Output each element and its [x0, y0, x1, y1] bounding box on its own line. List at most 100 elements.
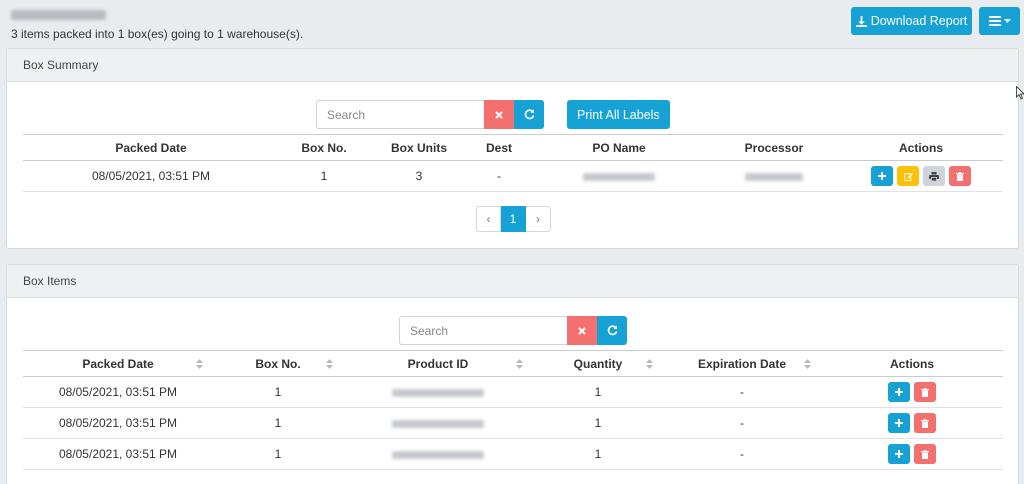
col-packed-date[interactable]: Packed Date [23, 350, 213, 377]
download-report-label: Download Report [870, 14, 968, 28]
box-summary-panel: Box Summary Print All Labels Packed Date… [6, 48, 1019, 249]
box-items-clear-search-button[interactable] [567, 316, 597, 345]
packed-date-cell: 08/05/2021, 03:51 PM [23, 407, 213, 439]
dest-cell: - [469, 160, 529, 192]
box-summary-table: Packed Date Box No. Box Units Dest PO Na… [23, 134, 1003, 192]
actions-cell [821, 407, 1003, 439]
packed-date-cell: 08/05/2021, 03:51 PM [23, 160, 279, 192]
redacted-product-id [392, 419, 484, 428]
delete-button[interactable] [914, 444, 936, 464]
download-report-button[interactable]: Download Report [851, 7, 972, 35]
box-no-cell: 1 [279, 160, 369, 192]
col-packed-date-label: Packed Date [82, 356, 154, 371]
box-units-cell: 3 [369, 160, 469, 192]
refresh-icon [524, 109, 534, 120]
sort-icon [516, 359, 523, 369]
delete-button[interactable] [914, 382, 936, 402]
box-summary-clear-search-button[interactable] [484, 100, 514, 129]
col-processor[interactable]: Processor [709, 134, 839, 161]
quantity-cell: 1 [533, 376, 663, 408]
actions-cell [821, 438, 1003, 470]
pagination-next[interactable]: › [526, 206, 551, 232]
box-no-cell: 1 [213, 407, 343, 439]
add-button[interactable] [888, 413, 910, 433]
redacted-product-id [392, 450, 484, 459]
close-icon [578, 326, 586, 335]
col-actions: Actions [839, 134, 1003, 161]
menu-icon [988, 16, 1001, 26]
expiration-cell: - [663, 376, 821, 408]
col-actions: Actions [821, 350, 1003, 377]
actions-cell [821, 376, 1003, 408]
row-actions [888, 413, 936, 433]
col-dest[interactable]: Dest [469, 134, 529, 161]
actions-cell [839, 160, 1003, 192]
table-row: 08/05/2021, 03:51 PM 1 1 - [23, 407, 1003, 439]
edit-button[interactable] [897, 166, 919, 186]
col-box-no[interactable]: Box No. [213, 350, 343, 377]
download-icon [855, 15, 867, 27]
add-button[interactable] [888, 444, 910, 464]
plus-icon [895, 419, 903, 427]
print-button[interactable] [923, 166, 945, 186]
box-no-cell: 1 [213, 376, 343, 408]
pagination-page-1[interactable]: 1 [501, 206, 526, 232]
box-summary-header-row: Packed Date Box No. Box Units Dest PO Na… [23, 134, 1003, 161]
sort-icon [196, 359, 203, 369]
box-summary-title: Box Summary [7, 49, 1018, 82]
sort-icon [804, 359, 811, 369]
col-box-no-label: Box No. [255, 356, 301, 371]
box-items-search-group [399, 316, 627, 345]
expiration-cell: - [663, 438, 821, 470]
col-product-id-label: Product ID [407, 356, 469, 371]
refresh-icon [607, 325, 617, 336]
box-items-search-input[interactable] [399, 316, 567, 345]
redacted-shipment-id [11, 10, 106, 20]
col-packed-date[interactable]: Packed Date [23, 134, 279, 161]
box-summary-search-input[interactable] [316, 100, 484, 129]
trash-icon [921, 418, 929, 428]
processor-cell [709, 160, 839, 192]
box-items-header-row: Packed Date Box No. Product ID Quantity … [23, 350, 1003, 377]
delete-button[interactable] [949, 166, 971, 186]
box-items-refresh-button[interactable] [597, 316, 627, 345]
menu-dropdown-button[interactable] [979, 7, 1020, 35]
add-button[interactable] [871, 166, 893, 186]
quantity-cell: 1 [533, 407, 663, 439]
print-all-labels-button[interactable]: Print All Labels [567, 100, 670, 129]
row-actions [871, 166, 971, 186]
col-quantity[interactable]: Quantity [533, 350, 663, 377]
pagination-prev[interactable]: ‹ [476, 206, 501, 232]
box-items-panel: Box Items Packed Date Box No. Product ID… [6, 264, 1019, 484]
product-id-cell [343, 376, 533, 408]
row-actions [888, 444, 936, 464]
row-actions [888, 382, 936, 402]
box-items-table: Packed Date Box No. Product ID Quantity … [23, 350, 1003, 470]
edit-icon [903, 172, 913, 181]
sort-icon [326, 359, 333, 369]
delete-button[interactable] [914, 413, 936, 433]
add-button[interactable] [888, 382, 910, 402]
col-box-units[interactable]: Box Units [369, 134, 469, 161]
caret-down-icon [1003, 18, 1011, 23]
col-po-name[interactable]: PO Name [529, 134, 709, 161]
col-expiration-date[interactable]: Expiration Date [663, 350, 821, 377]
col-product-id[interactable]: Product ID [343, 350, 533, 377]
packed-date-cell: 08/05/2021, 03:51 PM [23, 438, 213, 470]
quantity-cell: 1 [533, 438, 663, 470]
col-expiration-date-label: Expiration Date [697, 356, 787, 371]
sort-icon [646, 359, 653, 369]
packing-summary-text: 3 items packed into 1 box(es) going to 1… [11, 27, 304, 41]
page-header: 3 items packed into 1 box(es) going to 1… [0, 0, 1024, 44]
col-box-no[interactable]: Box No. [279, 134, 369, 161]
trash-icon [956, 171, 964, 181]
redacted-po-name [583, 172, 655, 181]
close-icon [495, 110, 503, 119]
printer-icon [929, 171, 939, 181]
trash-icon [921, 449, 929, 459]
trash-icon [921, 387, 929, 397]
redacted-processor [745, 172, 803, 181]
box-summary-refresh-button[interactable] [514, 100, 544, 129]
plus-icon [895, 388, 903, 396]
mouse-cursor-icon [1016, 86, 1024, 100]
